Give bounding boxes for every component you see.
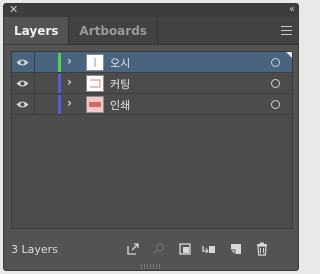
layer-name[interactable]: 커팅 (110, 76, 130, 92)
panel-footer: 3 Layers (4, 238, 298, 262)
layer-count: 3 Layers (11, 243, 58, 256)
lock-column[interactable] (34, 94, 35, 115)
layers-panel-window: ✕ ‹‹ Layers Artboards › 오시 › 커팅 › 인쇄 3 L… (3, 3, 299, 271)
layers-list: › 오시 › 커팅 › 인쇄 (11, 51, 293, 229)
new-layer-icon[interactable] (229, 242, 243, 256)
close-icon[interactable]: ✕ (9, 4, 18, 17)
resize-grip[interactable] (141, 264, 161, 269)
collapse-panel-icon[interactable]: ‹‹ (289, 4, 295, 17)
export-icon[interactable] (126, 242, 140, 256)
eye-icon[interactable] (16, 79, 29, 88)
expand-chevron-icon[interactable]: › (67, 96, 72, 110)
target-circle-icon[interactable] (271, 100, 280, 109)
target-circle-icon[interactable] (271, 58, 280, 67)
expand-chevron-icon[interactable]: › (67, 75, 72, 89)
lock-column[interactable] (34, 73, 35, 94)
layer-color-swatch (58, 53, 61, 72)
layer-color-swatch (58, 95, 61, 114)
hamburger-menu-icon[interactable] (281, 26, 292, 35)
target-circle-icon[interactable] (271, 79, 280, 88)
tab-artboards[interactable]: Artboards (69, 17, 158, 44)
expand-chevron-icon[interactable]: › (67, 54, 72, 68)
layer-thumbnail (86, 54, 104, 71)
layer-color-swatch (58, 74, 61, 93)
layer-thumbnail (86, 75, 104, 92)
selection-corner-indicator (286, 52, 292, 58)
eye-icon[interactable] (16, 58, 29, 67)
layer-name[interactable]: 인쇄 (110, 97, 130, 113)
search-icon[interactable] (152, 242, 166, 256)
new-sublayer-icon[interactable] (202, 242, 216, 256)
layer-row[interactable]: › 오시 (12, 52, 292, 73)
clipping-mask-icon[interactable] (178, 242, 192, 256)
layer-row[interactable]: › 커팅 (12, 73, 292, 94)
panel-titlebar: ✕ ‹‹ (4, 4, 298, 17)
layer-name[interactable]: 오시 (110, 55, 130, 71)
panel-tab-bar: Layers Artboards (4, 17, 298, 45)
layer-row[interactable]: › 인쇄 (12, 94, 292, 115)
tab-layers[interactable]: Layers (4, 17, 70, 44)
trash-icon[interactable] (255, 242, 269, 256)
lock-column[interactable] (34, 52, 35, 73)
eye-icon[interactable] (16, 100, 29, 109)
layer-thumbnail (86, 96, 104, 113)
